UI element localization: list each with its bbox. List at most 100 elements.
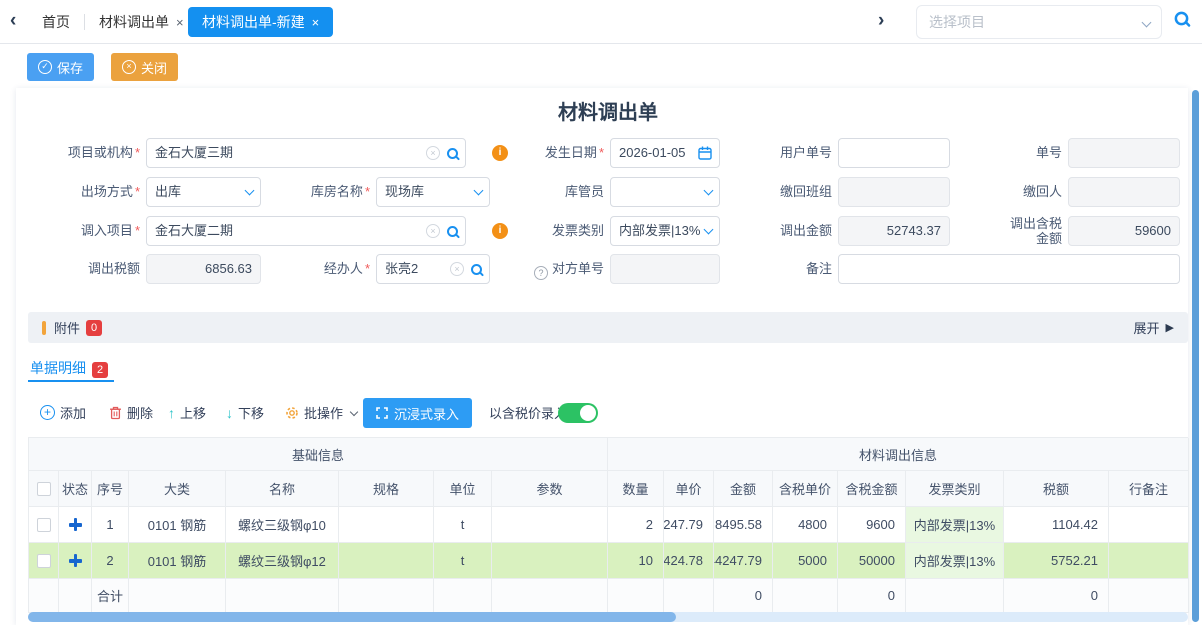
delete-row-button[interactable]: 删除	[109, 403, 153, 422]
clear-icon[interactable]: ×	[450, 262, 464, 276]
user-no-input[interactable]	[838, 138, 950, 168]
returner-input	[1068, 177, 1180, 207]
tab-material-out[interactable]: 材料调出单×	[99, 0, 184, 44]
move-up-button[interactable]: ↑ 上移	[168, 403, 206, 422]
global-search-icon[interactable]	[1175, 12, 1189, 26]
total-empty-cell	[773, 579, 838, 613]
warehouse-label: 库房名称*	[264, 177, 370, 207]
clear-icon[interactable]: ×	[426, 224, 440, 238]
tab-close-icon[interactable]: ×	[312, 15, 320, 30]
search-icon[interactable]	[447, 226, 458, 237]
counter-no-input	[610, 254, 720, 284]
cell-amount: 8495.58	[714, 507, 773, 543]
remark-input[interactable]	[838, 254, 1180, 284]
detail-count-badge: 2	[92, 362, 108, 378]
tax-entry-toggle[interactable]	[558, 403, 598, 423]
row-checkbox[interactable]	[37, 554, 51, 568]
cell-category: 0101 钢筋	[129, 543, 226, 579]
select-all-checkbox[interactable]	[37, 482, 51, 496]
cell-amount: 44247.79	[714, 543, 773, 579]
cell-qty: 2	[608, 507, 664, 543]
total-empty-cell	[226, 579, 339, 613]
out-amount-tax-input: 59600	[1068, 216, 1180, 246]
keeper-select[interactable]	[610, 177, 720, 207]
batch-ops-button[interactable]: 批操作	[285, 403, 357, 422]
down-arrow-icon: ↓	[226, 405, 233, 421]
cell-unit: t	[434, 507, 492, 543]
occur-date-input[interactable]: 2026-01-05	[610, 138, 720, 168]
tab-detail[interactable]: 单据明细2	[30, 358, 108, 378]
search-icon[interactable]	[471, 264, 482, 275]
chevron-down-icon[interactable]	[704, 225, 714, 235]
chevron-down-icon[interactable]	[474, 186, 484, 196]
help-icon[interactable]: ?	[534, 266, 548, 280]
cell-tax-amount: 9600	[838, 507, 906, 543]
tab-close-icon[interactable]: ×	[176, 15, 184, 30]
add-row-button[interactable]: + 添加	[40, 403, 86, 422]
tabs-scroll-right-icon[interactable]: ›	[878, 10, 884, 32]
in-project-input[interactable]: 金石大厦二期 ×	[146, 216, 466, 246]
chevron-down-icon[interactable]	[245, 186, 255, 196]
up-arrow-icon: ↑	[168, 405, 175, 421]
horizontal-scrollbar-thumb[interactable]	[28, 612, 676, 622]
move-down-button[interactable]: ↓ 下移	[226, 403, 264, 422]
cell-row-remark	[1109, 507, 1189, 543]
project-label: 项目或机构*	[30, 138, 140, 168]
out-method-select[interactable]: 出库	[146, 177, 261, 207]
close-button[interactable]: × 关闭	[111, 53, 178, 81]
out-tax-input: 6856.63	[146, 254, 261, 284]
out-amount-tax-label: 调出含税金额	[1000, 216, 1062, 246]
return-team-label: 缴回班组	[726, 177, 832, 207]
plus-circle-icon: +	[40, 405, 55, 420]
invoice-type-select[interactable]: 内部发票|13%	[610, 216, 720, 246]
section-marker-icon	[42, 321, 46, 335]
row-checkbox[interactable]	[37, 518, 51, 532]
remark-label: 备注	[726, 254, 832, 284]
total-amount-cell: 0	[714, 579, 773, 613]
add-status-icon[interactable]	[69, 518, 82, 531]
out-amount-input: 52743.37	[838, 216, 950, 246]
col-unit: 单位	[434, 471, 492, 507]
col-price: 单价	[664, 471, 714, 507]
total-empty-cell	[608, 579, 664, 613]
cell-invoice[interactable]: 内部发票|13%	[906, 507, 1004, 543]
tabs-scroll-left-icon[interactable]: ‹	[10, 10, 16, 32]
immersive-entry-button[interactable]: 沉浸式录入	[363, 398, 472, 428]
search-icon[interactable]	[447, 148, 458, 159]
vertical-scrollbar-thumb[interactable]	[1192, 90, 1199, 622]
cell-category: 0101 钢筋	[129, 507, 226, 543]
col-category: 大类	[129, 471, 226, 507]
add-status-icon[interactable]	[69, 554, 82, 567]
total-empty-cell	[492, 579, 608, 613]
cell-status	[59, 543, 92, 579]
tab-home[interactable]: 首页	[42, 0, 70, 44]
project-input[interactable]: 金石大厦三期 ×	[146, 138, 466, 168]
col-qty: 数量	[608, 471, 664, 507]
check-circle-icon: ✓	[38, 60, 52, 74]
project-select-input[interactable]: 选择项目	[916, 5, 1162, 39]
chevron-down-icon[interactable]	[1142, 18, 1152, 28]
chevron-down-icon[interactable]	[704, 186, 714, 196]
cell-param	[492, 543, 608, 579]
cell-invoice[interactable]: 内部发票|13%	[906, 543, 1004, 579]
clear-icon[interactable]: ×	[426, 146, 440, 160]
expand-arrow-icon: ▶	[1166, 321, 1174, 334]
out-tax-label: 调出税额	[30, 254, 140, 284]
cell-tax: 1104.42	[1004, 507, 1109, 543]
col-tax-price: 含税单价	[773, 471, 838, 507]
tab-material-out-new-active[interactable]: 材料调出单-新建×	[188, 7, 333, 37]
save-button[interactable]: ✓ 保存	[27, 53, 94, 81]
total-label-cell: 合计	[92, 579, 129, 613]
cell-price: 4424.78	[664, 543, 714, 579]
col-row-remark: 行备注	[1109, 471, 1189, 507]
handler-input[interactable]: 张亮2 ×	[376, 254, 490, 284]
calendar-icon[interactable]	[698, 146, 712, 160]
expand-button[interactable]: 展开▶	[1134, 318, 1174, 337]
cell-tax-amount: 50000	[838, 543, 906, 579]
materials-table: 基础信息 材料调出信息 状态 序号 大类 名称 规格 单位 参数 数量 单价 金…	[28, 437, 1188, 613]
material-out-order-screen: ‹ 首页 材料调出单× 材料调出单-新建× › 选择项目 ✓ 保存 × 关闭 材…	[0, 0, 1202, 625]
save-label: 保存	[57, 58, 83, 77]
chevron-down-icon	[350, 407, 358, 415]
tax-entry-toggle-label: 以含税价录入	[489, 403, 567, 422]
warehouse-select[interactable]: 现场库	[376, 177, 490, 207]
